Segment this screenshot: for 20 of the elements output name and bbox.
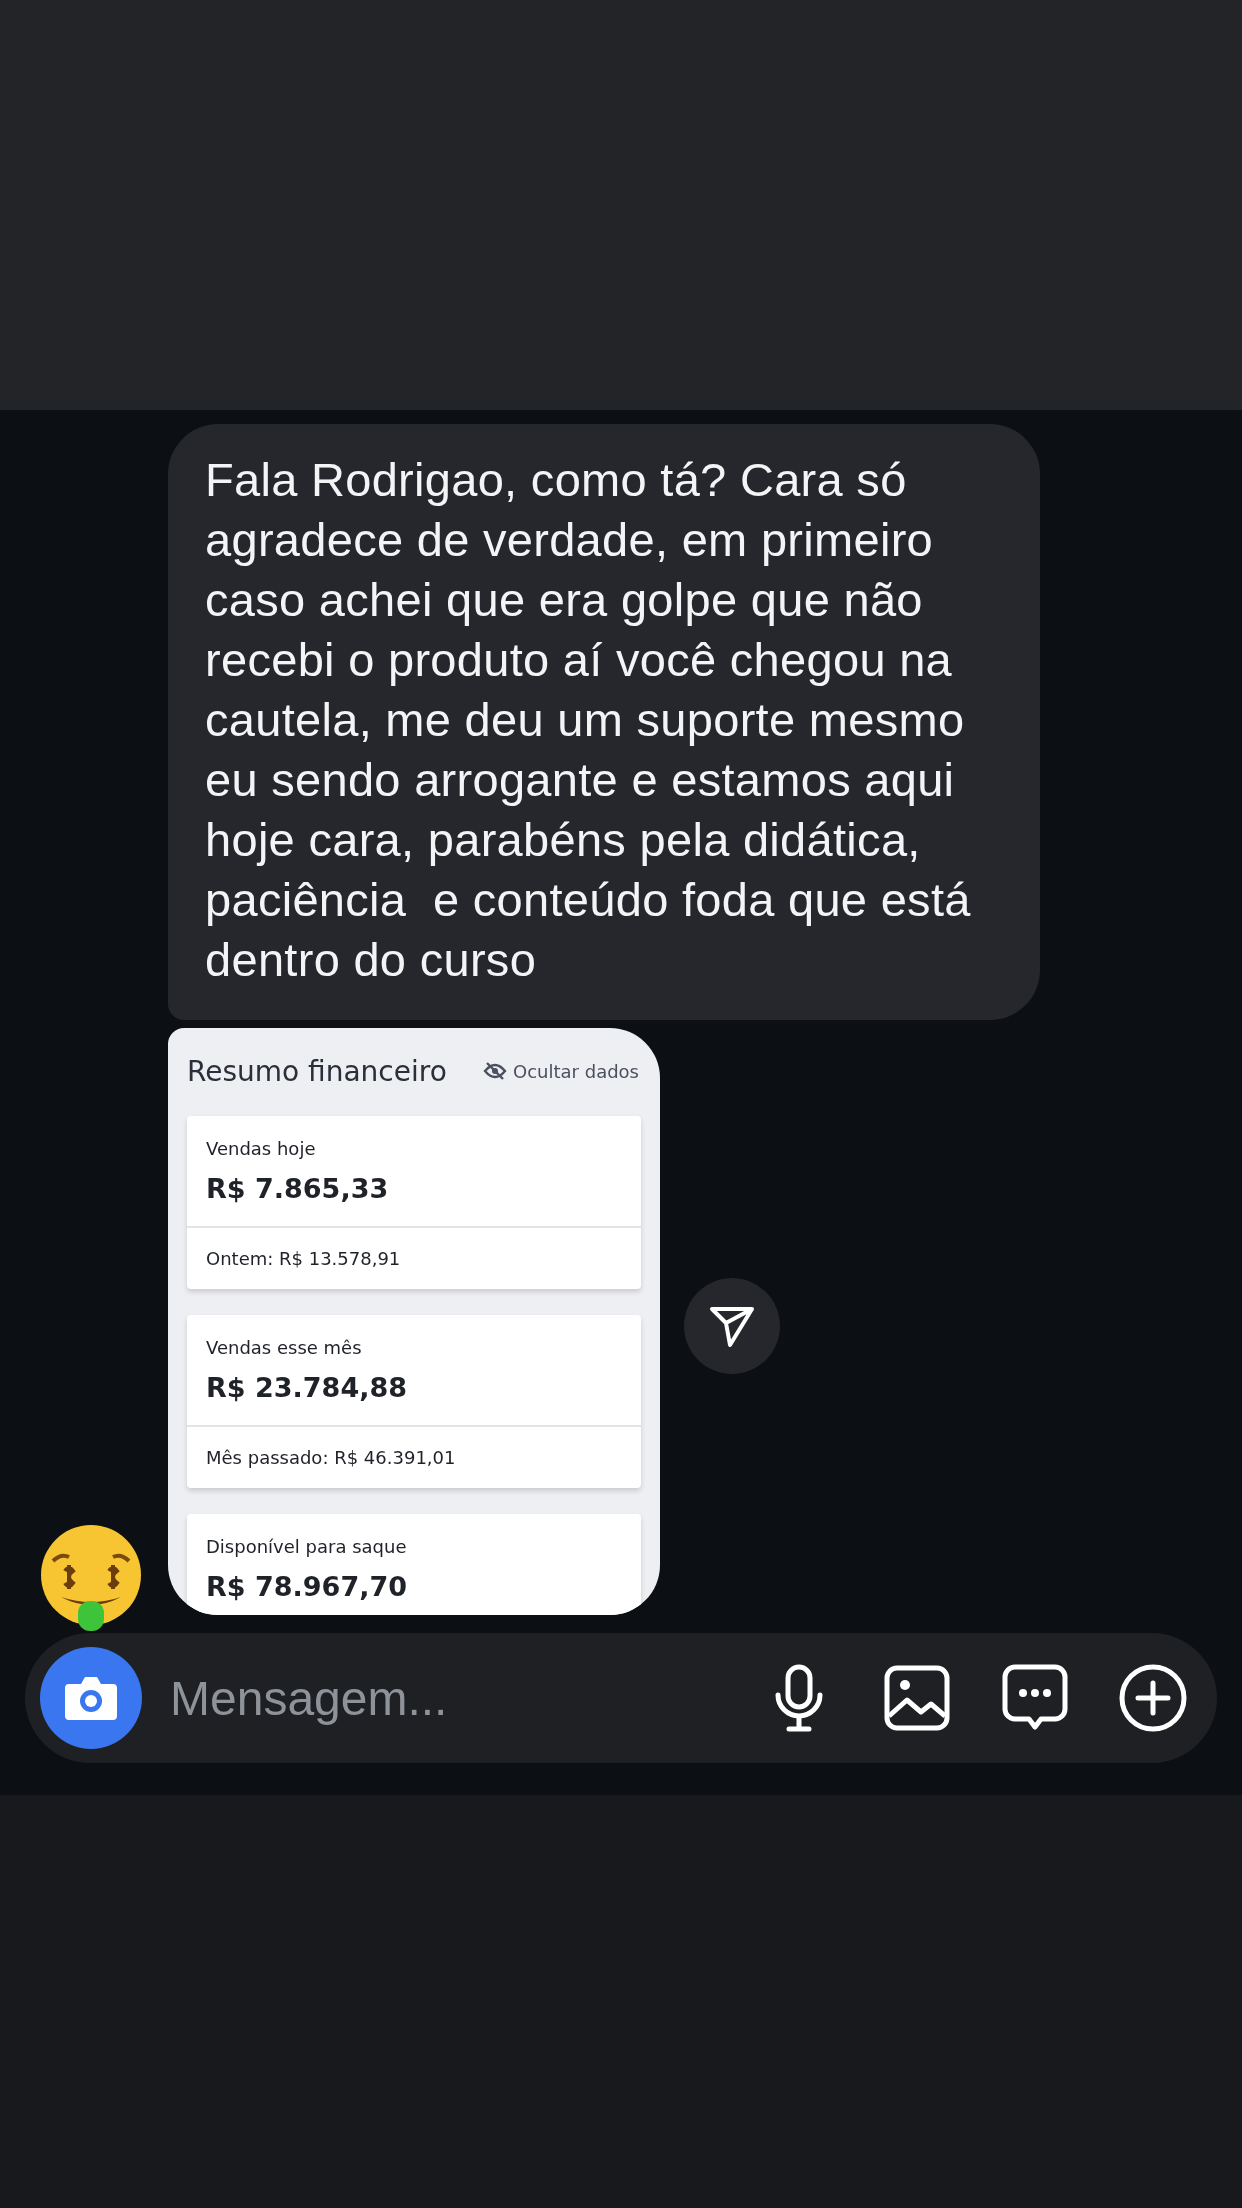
add-button[interactable] (1118, 1663, 1188, 1733)
camera-icon (63, 1674, 119, 1722)
card-label: Vendas hoje (206, 1138, 317, 1159)
card-label: Vendas esse mês (206, 1337, 363, 1358)
summary-title: Resumo financeiro (187, 1054, 447, 1088)
image-icon (883, 1664, 951, 1732)
message-bubble: Fala Rodrigao, como tá? Cara só agradece de verdade, em primeiro caso achei que era golpe que não recebi o produto aí você chegou na cautela, me deu um suporte mesmo eu sendo arrogante e estamos aqui hoje cara, parabéns pela didática, paciência e conteúdo foda que está dentro do curso (168, 424, 1040, 1020)
gallery-button[interactable] (882, 1663, 952, 1733)
card-label: Disponível para saque (206, 1536, 408, 1557)
sticker-button[interactable] (1000, 1663, 1070, 1733)
card-footer-text: Ontem: R$ 13.578,91 (187, 1226, 641, 1289)
card-amount: R$ 78.967,70 (206, 1571, 408, 1602)
eye-slash-icon (483, 1061, 508, 1081)
card-amount: R$ 23.784,88 (206, 1372, 408, 1403)
card-amount: R$ 7.865,33 (206, 1173, 390, 1204)
speech-bubble-icon (1001, 1663, 1069, 1733)
plus-icon (1118, 1663, 1188, 1733)
hide-data-link[interactable]: Ocultar dados (483, 1060, 639, 1082)
card-footer-text: Mês passado: R$ 46.391,01 (187, 1425, 641, 1488)
message-input[interactable]: Mensagem... (168, 1669, 716, 1727)
